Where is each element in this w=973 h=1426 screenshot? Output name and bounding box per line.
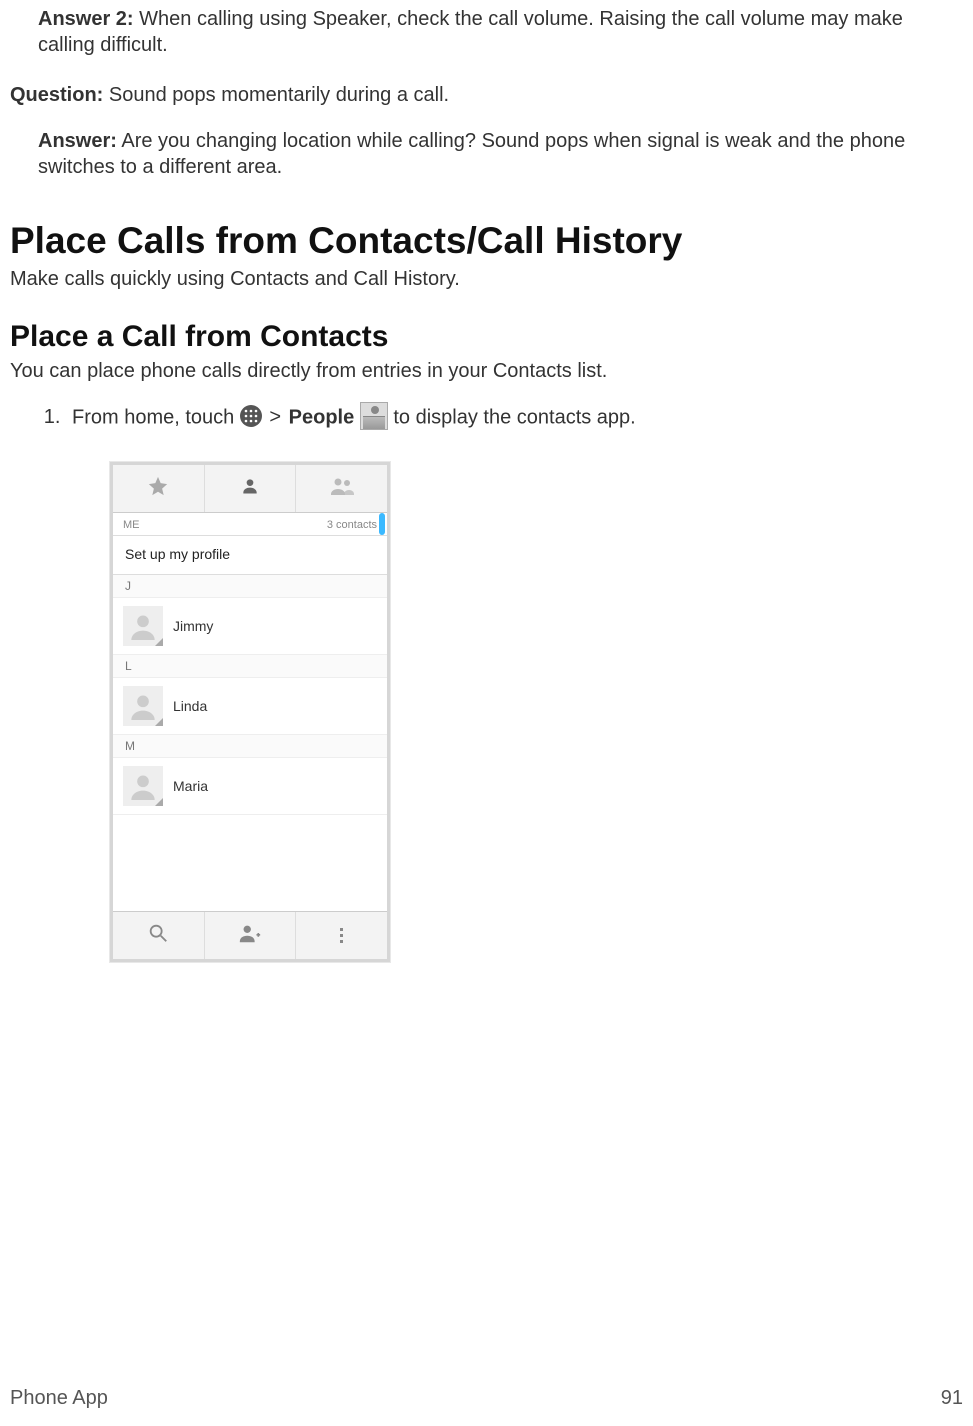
contact-row-linda[interactable]: Linda: [113, 678, 387, 735]
contacts-app-screenshot: ME 3 contacts Set up my profile J Jimmy …: [110, 462, 390, 962]
setup-profile-row[interactable]: Set up my profile: [113, 536, 387, 575]
answer-2-paragraph: Answer 2: When calling using Speaker, ch…: [38, 6, 963, 58]
add-person-icon: [238, 922, 262, 949]
heading-place-calls-sub: Make calls quickly using Contacts and Ca…: [10, 266, 963, 292]
tab-favorites[interactable]: [113, 465, 205, 512]
step-1: From home, touch > People to display the…: [66, 404, 963, 432]
letter-header-m: M: [113, 735, 387, 758]
me-label: ME: [123, 519, 140, 531]
question-label: Question:: [10, 84, 103, 106]
apps-icon: [240, 405, 262, 427]
question-paragraph: Question: Sound pops momentarily during …: [10, 82, 963, 108]
avatar-icon: [123, 766, 163, 806]
answer-2-label: Answer 2:: [38, 8, 134, 30]
avatar-icon: [123, 606, 163, 646]
group-icon: [329, 476, 355, 501]
step-1-post: to display the contacts app.: [393, 406, 635, 428]
tab-groups[interactable]: [296, 465, 387, 512]
step-1-gt: >: [269, 406, 281, 428]
footer-page-number: 91: [941, 1387, 963, 1410]
tab-contacts[interactable]: [205, 465, 297, 512]
contact-name: Jimmy: [173, 618, 213, 634]
contacts-body: ME 3 contacts Set up my profile J Jimmy …: [113, 513, 387, 911]
contacts-count: 3 contacts: [327, 519, 377, 531]
answer-label: Answer:: [38, 130, 117, 152]
people-app-icon: [360, 402, 388, 430]
scroll-indicator[interactable]: [379, 513, 385, 535]
heading-place-from-contacts-sub: You can place phone calls directly from …: [10, 358, 963, 384]
avatar-icon: [123, 686, 163, 726]
answer-2-text: When calling using Speaker, check the ca…: [38, 8, 903, 56]
answer-text: Are you changing location while calling?…: [38, 130, 905, 178]
person-icon: [240, 476, 260, 501]
contacts-bottom-bar: [113, 911, 387, 959]
menu-dots-icon: [340, 928, 343, 943]
heading-place-calls: Place Calls from Contacts/Call History: [10, 220, 963, 262]
contact-row-maria[interactable]: Maria: [113, 758, 387, 815]
answer-paragraph: Answer: Are you changing location while …: [38, 128, 963, 180]
letter-header-l: L: [113, 655, 387, 678]
page-footer: Phone App 91: [10, 1387, 963, 1410]
setup-profile-text: Set up my profile: [125, 546, 230, 562]
me-section-header: ME 3 contacts: [113, 513, 387, 536]
add-contact-button[interactable]: [205, 912, 297, 959]
letter-header-j: J: [113, 575, 387, 598]
contact-row-jimmy[interactable]: Jimmy: [113, 598, 387, 655]
heading-place-from-contacts: Place a Call from Contacts: [10, 320, 963, 354]
contact-name: Maria: [173, 778, 208, 794]
contacts-top-tabs: [113, 465, 387, 513]
search-icon: [147, 922, 169, 949]
question-text: Sound pops momentarily during a call.: [103, 84, 449, 106]
star-icon: [147, 475, 169, 502]
footer-section-title: Phone App: [10, 1387, 108, 1410]
search-button[interactable]: [113, 912, 205, 959]
step-1-pre: From home, touch: [72, 406, 240, 428]
contact-name: Linda: [173, 698, 207, 714]
overflow-menu-button[interactable]: [296, 912, 387, 959]
step-1-people-label: People: [289, 406, 355, 428]
